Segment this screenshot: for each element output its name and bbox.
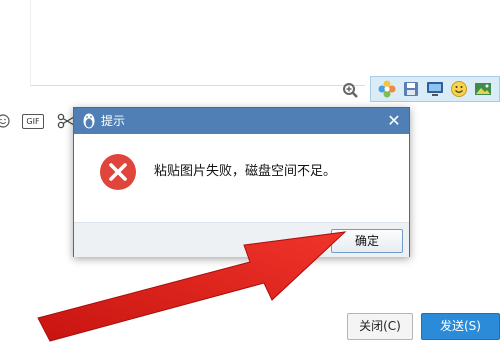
side-toolbar <box>370 76 500 102</box>
alert-dialog: 提示 ✕ 粘贴图片失败，磁盘空间不足。 确定 <box>73 107 410 257</box>
send-button[interactable]: 发送(S) <box>421 313 500 340</box>
smile-icon[interactable] <box>0 114 10 128</box>
emoticon-icon[interactable] <box>449 79 469 99</box>
photo-icon[interactable] <box>473 79 493 99</box>
dialog-title: 提示 <box>101 114 126 128</box>
dialog-title-bar[interactable]: 提示 ✕ <box>74 108 409 134</box>
close-button[interactable]: 关闭(C) <box>347 313 413 340</box>
close-icon[interactable]: ✕ <box>385 112 403 130</box>
bottom-buttons: 关闭(C) 发送(S) <box>347 313 500 341</box>
gif-icon[interactable]: GIF <box>22 114 44 129</box>
dialog-body: 粘贴图片失败，磁盘空间不足。 <box>74 134 409 222</box>
save-icon[interactable] <box>401 79 421 99</box>
penguin-logo-icon <box>83 113 95 129</box>
chat-history-pane <box>30 0 365 86</box>
flower-icon[interactable] <box>377 79 397 99</box>
dialog-message: 粘贴图片失败，磁盘空间不足。 <box>154 164 337 179</box>
error-icon <box>100 154 136 190</box>
ok-button[interactable]: 确定 <box>331 229 403 253</box>
zoom-icon[interactable] <box>342 82 358 98</box>
monitor-icon[interactable] <box>425 79 445 99</box>
dialog-footer: 确定 <box>74 222 409 257</box>
